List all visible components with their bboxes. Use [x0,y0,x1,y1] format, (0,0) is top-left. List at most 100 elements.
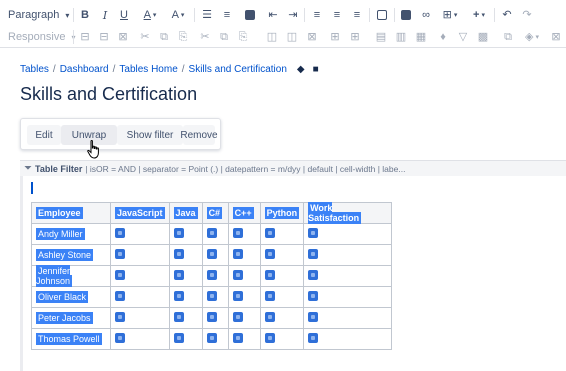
skill-cell[interactable] [227,223,261,245]
skill-cell[interactable] [227,286,261,308]
table-highlight-button[interactable]: ♦ [436,26,450,48]
table-row-below-button[interactable]: ⊟ [97,26,111,48]
skill-cell[interactable] [303,265,393,287]
breadcrumb-item-tables-home[interactable]: Tables Home [119,64,177,75]
status-macro-icon[interactable] [206,333,217,343]
table-cut-row-button[interactable]: ✂ [138,26,152,48]
header-cell-python[interactable]: Python [259,202,305,224]
text-format-button[interactable]: A ▾ [166,4,190,26]
table-split-button[interactable]: ⊞ [348,26,362,48]
status-macro-icon[interactable] [206,312,217,322]
skill-cell[interactable] [259,223,305,245]
skill-cell[interactable] [110,307,170,329]
header-cell-employee[interactable]: Employee [31,202,111,224]
header-cell-work-satisfaction[interactable]: Work Satisfaction [303,202,393,224]
table-copy-button[interactable]: ⧉ [501,26,515,48]
bold-button[interactable]: B [78,4,92,26]
skill-cell[interactable] [303,307,393,329]
table-header-row-button[interactable]: ▤ [374,26,388,48]
edit-button[interactable]: Edit [27,125,61,145]
redo-button[interactable]: ↷ [520,4,534,26]
employee-cell[interactable]: Andy Miller [31,223,111,245]
skill-cell[interactable] [303,223,393,245]
header-cell-csharp[interactable]: C# [201,202,229,224]
status-macro-icon[interactable] [264,249,275,259]
skill-cell[interactable] [259,244,305,266]
employee-cell[interactable]: Oliver Black [31,286,111,308]
breadcrumb-item-tables[interactable]: Tables [20,64,49,75]
header-cell-java[interactable]: Java [168,202,203,224]
skill-cell[interactable] [168,244,203,266]
insert-more-button[interactable]: + ▾ [467,4,491,26]
link-button[interactable]: ∞ [419,4,433,26]
status-macro-icon[interactable] [264,291,275,301]
skill-cell[interactable] [110,265,170,287]
skill-cell[interactable] [201,223,229,245]
status-macro-icon[interactable] [173,249,184,259]
table-filter-button[interactable]: ▽ [456,26,470,48]
skill-cell[interactable] [168,223,203,245]
table-numbering-button[interactable]: ▦ [414,26,428,48]
status-macro-icon[interactable] [115,333,125,343]
table-layout-select[interactable]: Responsive ▾ [2,26,76,48]
status-macro-icon[interactable] [308,270,319,280]
breadcrumb-item-skills[interactable]: Skills and Certification [189,64,287,75]
skill-cell[interactable] [201,307,229,329]
skill-cell[interactable] [201,286,229,308]
underline-button[interactable]: U [117,4,131,26]
status-macro-icon[interactable] [308,333,319,343]
status-macro-icon[interactable] [232,228,243,238]
employee-cell[interactable]: Peter Jacobs [31,307,111,329]
status-macro-icon[interactable] [115,291,125,301]
table-chart-button[interactable]: ▩ [476,26,490,48]
skill-cell[interactable] [227,265,261,287]
status-macro-icon[interactable] [308,228,319,238]
header-cell-cpp[interactable]: C++ [227,202,261,224]
table-cut-column-button[interactable]: ✂ [198,26,212,48]
status-macro-icon[interactable] [173,270,184,280]
table-delete-row-button[interactable]: ⊠ [116,26,130,48]
status-macro-icon[interactable] [232,249,243,259]
skill-cell[interactable] [168,307,203,329]
table-copy-column-button[interactable]: ⧉ [217,26,231,48]
skill-cell[interactable] [201,265,229,287]
status-macro-icon[interactable] [173,333,184,343]
skill-cell[interactable] [110,223,170,245]
status-macro-icon[interactable] [173,312,184,322]
skill-cell[interactable] [201,244,229,266]
skill-cell[interactable] [303,286,393,308]
breadcrumb-item-dashboard[interactable]: Dashboard [60,64,109,75]
align-center-button[interactable]: ≡ [330,4,344,26]
layout-button[interactable] [375,4,389,26]
status-macro-icon[interactable] [206,291,217,301]
task-list-button[interactable] [243,4,257,26]
status-macro-icon[interactable] [115,228,125,238]
skill-cell[interactable] [303,244,393,266]
skill-cell[interactable] [201,328,229,350]
remove-button[interactable]: Remove [180,125,218,145]
page-title[interactable]: Skills and Certification [20,84,197,105]
undo-button[interactable]: ↶ [500,4,514,26]
skill-cell[interactable] [110,286,170,308]
status-macro-icon[interactable] [264,312,275,322]
skill-cell[interactable] [259,286,305,308]
status-macro-icon[interactable] [173,228,184,238]
skill-cell[interactable] [259,265,305,287]
outdent-button[interactable]: ⇤ [266,4,280,26]
status-macro-icon[interactable] [206,228,217,238]
status-macro-icon[interactable] [232,270,243,280]
status-macro-icon[interactable] [264,333,275,343]
indent-button[interactable]: ⇥ [286,4,300,26]
align-left-button[interactable]: ≡ [310,4,324,26]
skill-cell[interactable] [259,328,305,350]
status-macro-icon[interactable] [232,333,243,343]
table-color-button[interactable]: ◈ ▾ [520,26,544,48]
header-cell-javascript[interactable]: JavaScript [110,202,170,224]
skill-cell[interactable] [168,265,203,287]
status-macro-icon[interactable] [115,270,125,280]
show-filter-button[interactable]: Show filter [117,125,183,145]
status-macro-icon[interactable] [173,291,184,301]
align-right-button[interactable]: ≡ [350,4,364,26]
status-macro-icon[interactable] [115,249,125,259]
skill-cell[interactable] [168,328,203,350]
